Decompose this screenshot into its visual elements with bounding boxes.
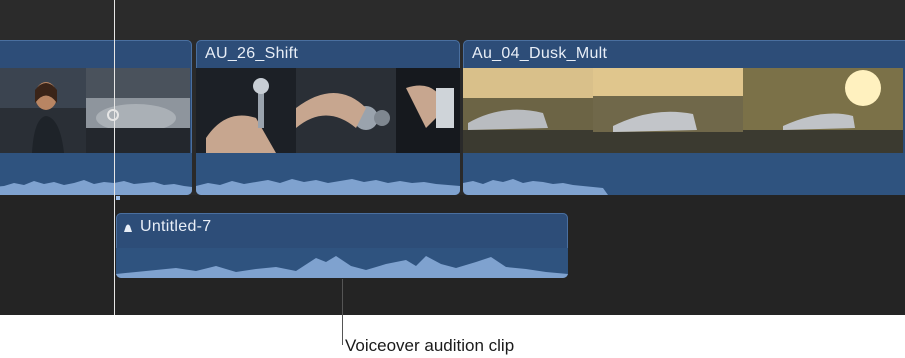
- clip-3-thumbnail: [743, 68, 903, 153]
- clip-3-thumbnail: [463, 68, 593, 153]
- playhead-handle[interactable]: [107, 109, 119, 121]
- clip-1-thumbnail: [0, 68, 86, 153]
- clip-3-filmstrip: [463, 68, 905, 153]
- clip-2-thumbnail: [196, 68, 296, 153]
- callout-line: [342, 279, 343, 345]
- timeline-top-lane: [0, 0, 905, 40]
- voiceover-clip-title-row: Untitled-7: [122, 218, 211, 236]
- voiceover-clip-title: Untitled-7: [140, 218, 212, 235]
- clip-3-thumbnail: [593, 68, 743, 153]
- clip-3-waveform: [463, 153, 905, 195]
- clip-1-filmstrip: [0, 68, 192, 153]
- clip-2-filmstrip: [196, 68, 460, 153]
- timeline-clip-3[interactable]: Au_04_Dusk_Mult: [463, 40, 905, 195]
- callout-label: Voiceover audition clip: [345, 336, 515, 355]
- voiceover-audition-clip[interactable]: Untitled-7: [116, 213, 568, 278]
- voiceover-waveform: [116, 248, 568, 278]
- playhead-marker: [116, 196, 120, 200]
- timeline-clip-2[interactable]: AU_26_Shift: [196, 40, 460, 195]
- playhead[interactable]: [114, 0, 115, 315]
- clip-2-title: AU_26_Shift: [205, 45, 299, 62]
- timeline[interactable]: AU_26_Shift Au_04_Dusk_Mult Untitled-7: [0, 0, 905, 315]
- audition-icon: [122, 221, 134, 233]
- timeline-clip-1[interactable]: [0, 40, 192, 195]
- clip-2-thumbnail: [296, 68, 396, 153]
- clip-3-title: Au_04_Dusk_Mult: [472, 45, 608, 62]
- clip-1-waveform: [0, 153, 192, 195]
- clip-1-thumbnail: [86, 68, 190, 153]
- clip-2-thumbnail: [396, 68, 460, 153]
- clip-2-waveform: [196, 153, 460, 195]
